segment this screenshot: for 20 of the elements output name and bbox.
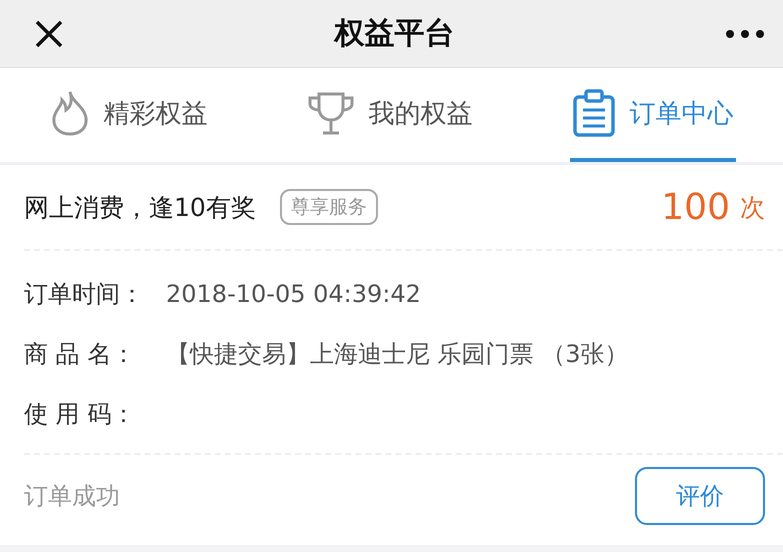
trophy-icon [306, 90, 354, 136]
flame-icon [50, 90, 90, 136]
field-label: 订单时间： [24, 279, 145, 310]
close-icon[interactable] [34, 18, 64, 48]
field-label: 使 用 码： [24, 399, 136, 430]
tab[interactable]: 精彩权益 [48, 68, 210, 162]
more-icon[interactable] [725, 28, 765, 38]
count-value: 100 [661, 186, 730, 228]
tab[interactable]: 我的权益 [304, 68, 474, 162]
field-value: 【快捷交易】上海迪士尼 乐园门票 （3张） [166, 339, 629, 370]
service-tag: 尊享服务 [280, 189, 378, 225]
clipboard-icon [572, 89, 616, 137]
order-title: 网上消费，逢10有奖 [24, 192, 256, 224]
field-value: 2018-10-05 04:39:42 [166, 280, 421, 308]
tab[interactable]: 订单中心 [570, 68, 736, 162]
order-status: 订单成功 [24, 481, 120, 512]
page-title: 权益平台 [334, 15, 454, 53]
field-label: 商 品 名： [24, 339, 136, 370]
review-button[interactable]: 评价 [635, 467, 765, 525]
count-unit: 次 [740, 192, 765, 224]
